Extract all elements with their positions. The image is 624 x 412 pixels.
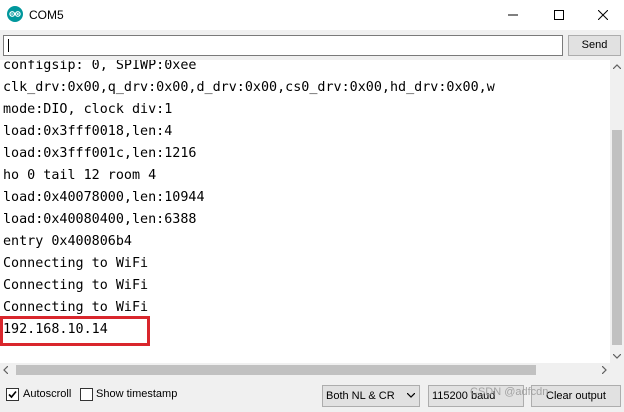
output-line: load:0x3fff001c,len:1216 — [3, 146, 197, 161]
output-line: load:0x40078000,len:10944 — [3, 190, 205, 205]
show-timestamp-checkbox[interactable] — [80, 388, 93, 401]
close-button[interactable] — [582, 0, 624, 30]
show-timestamp-label: Show timestamp — [96, 388, 178, 400]
scroll-up-icon[interactable] — [613, 64, 621, 69]
send-button[interactable]: Send — [568, 35, 621, 56]
scroll-right-icon[interactable] — [602, 366, 607, 374]
minimize-icon — [508, 14, 518, 16]
output-line: entry 0x400806b4 — [3, 234, 132, 249]
output-line: Connecting to WiFi — [3, 300, 149, 315]
minimize-button[interactable] — [490, 0, 536, 30]
ip-highlight-box — [0, 316, 150, 346]
checkmark-icon — [8, 390, 17, 399]
maximize-icon — [554, 10, 564, 20]
output-line: configsip: 0, SPIWP:0xee — [3, 60, 197, 73]
vertical-scroll-thumb[interactable] — [612, 130, 622, 345]
horizontal-scroll-thumb[interactable] — [16, 365, 536, 375]
line-ending-value: Both NL & CR — [326, 390, 395, 402]
autoscroll-checkbox[interactable] — [6, 388, 19, 401]
scroll-left-icon[interactable] — [3, 366, 8, 374]
output-line: Connecting to WiFi — [3, 278, 149, 293]
arduino-icon — [7, 6, 23, 22]
title-bar: COM5 — [0, 0, 624, 30]
output-line: ho 0 tail 12 room 4 — [3, 168, 157, 183]
send-bar: Send — [0, 30, 624, 60]
serial-send-input[interactable] — [3, 35, 563, 56]
close-icon — [598, 10, 608, 20]
scroll-down-icon[interactable] — [613, 354, 621, 359]
line-ending-select[interactable]: Both NL & CR — [322, 385, 420, 407]
maximize-button[interactable] — [536, 0, 582, 30]
window-title: COM5 — [29, 8, 64, 22]
output-line: Connecting to WiFi — [3, 256, 149, 271]
output-line: load:0x3fff0018,len:4 — [3, 124, 173, 139]
output-line: clk_drv:0x00,q_drv:0x00,d_drv:0x00,cs0_d… — [3, 80, 495, 95]
chevron-down-icon — [407, 393, 415, 398]
scrollbar-corner — [610, 363, 624, 377]
serial-output-area[interactable]: configsip: 0, SPIWP:0xee clk_drv:0x00,q_… — [0, 60, 610, 363]
output-line: mode:DIO, clock div:1 — [3, 102, 173, 117]
vertical-scrollbar[interactable] — [610, 60, 624, 363]
horizontal-scrollbar[interactable] — [0, 363, 610, 377]
autoscroll-label: Autoscroll — [23, 388, 72, 400]
output-line: load:0x40080400,len:6388 — [3, 212, 197, 227]
text-caret — [8, 39, 9, 52]
watermark: CSDN @adfcdn — [470, 386, 549, 398]
